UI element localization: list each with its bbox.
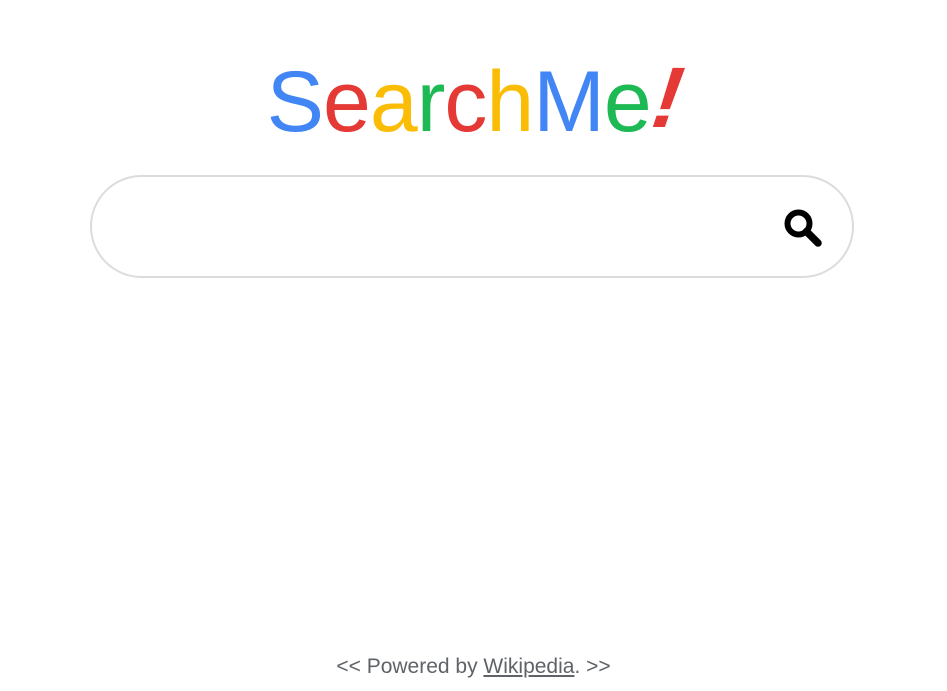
page: SearchMe! << Powered by Wikipedia. >> <box>0 0 947 691</box>
search-box <box>90 175 854 278</box>
search-button[interactable] <box>782 207 824 249</box>
footer-prefix: << Powered by <box>336 655 484 678</box>
logo-letter: r <box>416 54 446 150</box>
logo: SearchMe! <box>0 50 947 152</box>
logo-letter: a <box>369 54 418 150</box>
footer-suffix: . >> <box>574 655 611 678</box>
logo-letter: S <box>266 54 324 150</box>
logo-letter: c <box>444 54 487 150</box>
logo-letter: e <box>603 54 652 150</box>
logo-letter: h <box>486 54 534 150</box>
wikipedia-link[interactable]: Wikipedia <box>483 655 574 678</box>
footer: << Powered by Wikipedia. >> <box>0 652 947 682</box>
logo-exclamation: ! <box>646 50 688 146</box>
search-icon <box>784 209 822 247</box>
search-input[interactable] <box>122 197 766 259</box>
logo-letter: M <box>533 54 605 150</box>
logo-letter: e <box>323 54 371 150</box>
